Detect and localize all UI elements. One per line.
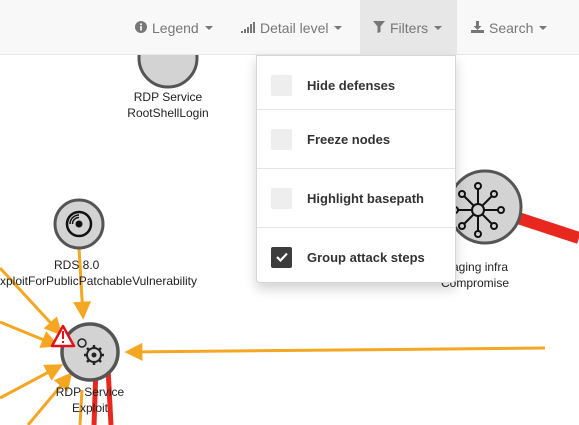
graph-node-rdp-rootshell[interactable] — [137, 55, 199, 89]
graph-node-rds[interactable] — [53, 198, 105, 250]
chevron-down-icon — [434, 25, 443, 30]
graph-node-rdp-exploit[interactable] — [50, 322, 120, 382]
filters-menu-label: Filters — [390, 19, 429, 36]
node-label-line1: RDS 8.0 — [54, 258, 100, 272]
filter-option-label: Hide defenses — [307, 77, 396, 93]
filter-funnel-icon — [373, 20, 385, 36]
node-label-rdp-rootshell: RDP Service RootShellLogin — [108, 89, 228, 121]
checkbox-unchecked[interactable] — [271, 128, 292, 150]
node-label-line2: xploitForPublicPatchableVulnerability — [0, 274, 197, 288]
checkbox-checked[interactable] — [271, 246, 292, 268]
chevron-down-icon — [204, 25, 213, 30]
graph-edge-red — [513, 211, 579, 244]
filter-freeze-nodes[interactable]: Freeze nodes — [257, 110, 455, 168]
search-menu-label: Search — [489, 19, 534, 36]
filter-group-attack-steps[interactable]: Group attack steps — [257, 228, 455, 286]
filter-hide-defenses[interactable]: Hide defenses — [257, 56, 455, 114]
top-navbar: Legend Detail level Filters Search — [0, 0, 579, 55]
filter-highlight-basepath[interactable]: Highlight basepath — [257, 169, 455, 227]
filter-option-label: Highlight basepath — [307, 190, 424, 206]
info-icon — [135, 20, 147, 36]
filter-option-label: Group attack steps — [307, 249, 425, 265]
legend-menu-label: Legend — [152, 19, 199, 36]
chevron-down-icon — [334, 25, 343, 30]
filters-menu[interactable]: Filters — [360, 0, 457, 55]
search-menu[interactable]: Search — [463, 0, 555, 55]
graph-edge — [124, 342, 546, 361]
node-label-line1: RDP Service — [55, 385, 125, 399]
filters-dropdown: Hide defenses Freeze nodes Highlight bas… — [256, 55, 456, 283]
chevron-down-icon — [539, 25, 548, 30]
download-icon — [471, 20, 484, 36]
node-label-line1: RDP Service — [133, 90, 203, 104]
node-label-line2: RootShellLogin — [127, 106, 209, 120]
filter-option-label: Freeze nodes — [307, 131, 391, 147]
graph-node-staging[interactable] — [447, 169, 523, 245]
checkbox-unchecked[interactable] — [271, 187, 292, 209]
graph-edge — [0, 320, 60, 348]
node-label-rds: RDS 8.0 xploitForPublicPatchableVulnerab… — [0, 257, 222, 289]
legend-menu[interactable]: Legend — [127, 0, 221, 55]
detail-level-menu[interactable]: Detail level — [233, 0, 350, 55]
node-label-rdp-exploit: RDP Service Exploit — [40, 384, 140, 416]
checkmark-icon — [275, 252, 288, 262]
checkbox-unchecked[interactable] — [271, 74, 292, 96]
signal-bars-icon — [241, 20, 255, 36]
detail-level-menu-label: Detail level — [260, 19, 329, 36]
node-label-line2: Exploit — [71, 401, 109, 415]
